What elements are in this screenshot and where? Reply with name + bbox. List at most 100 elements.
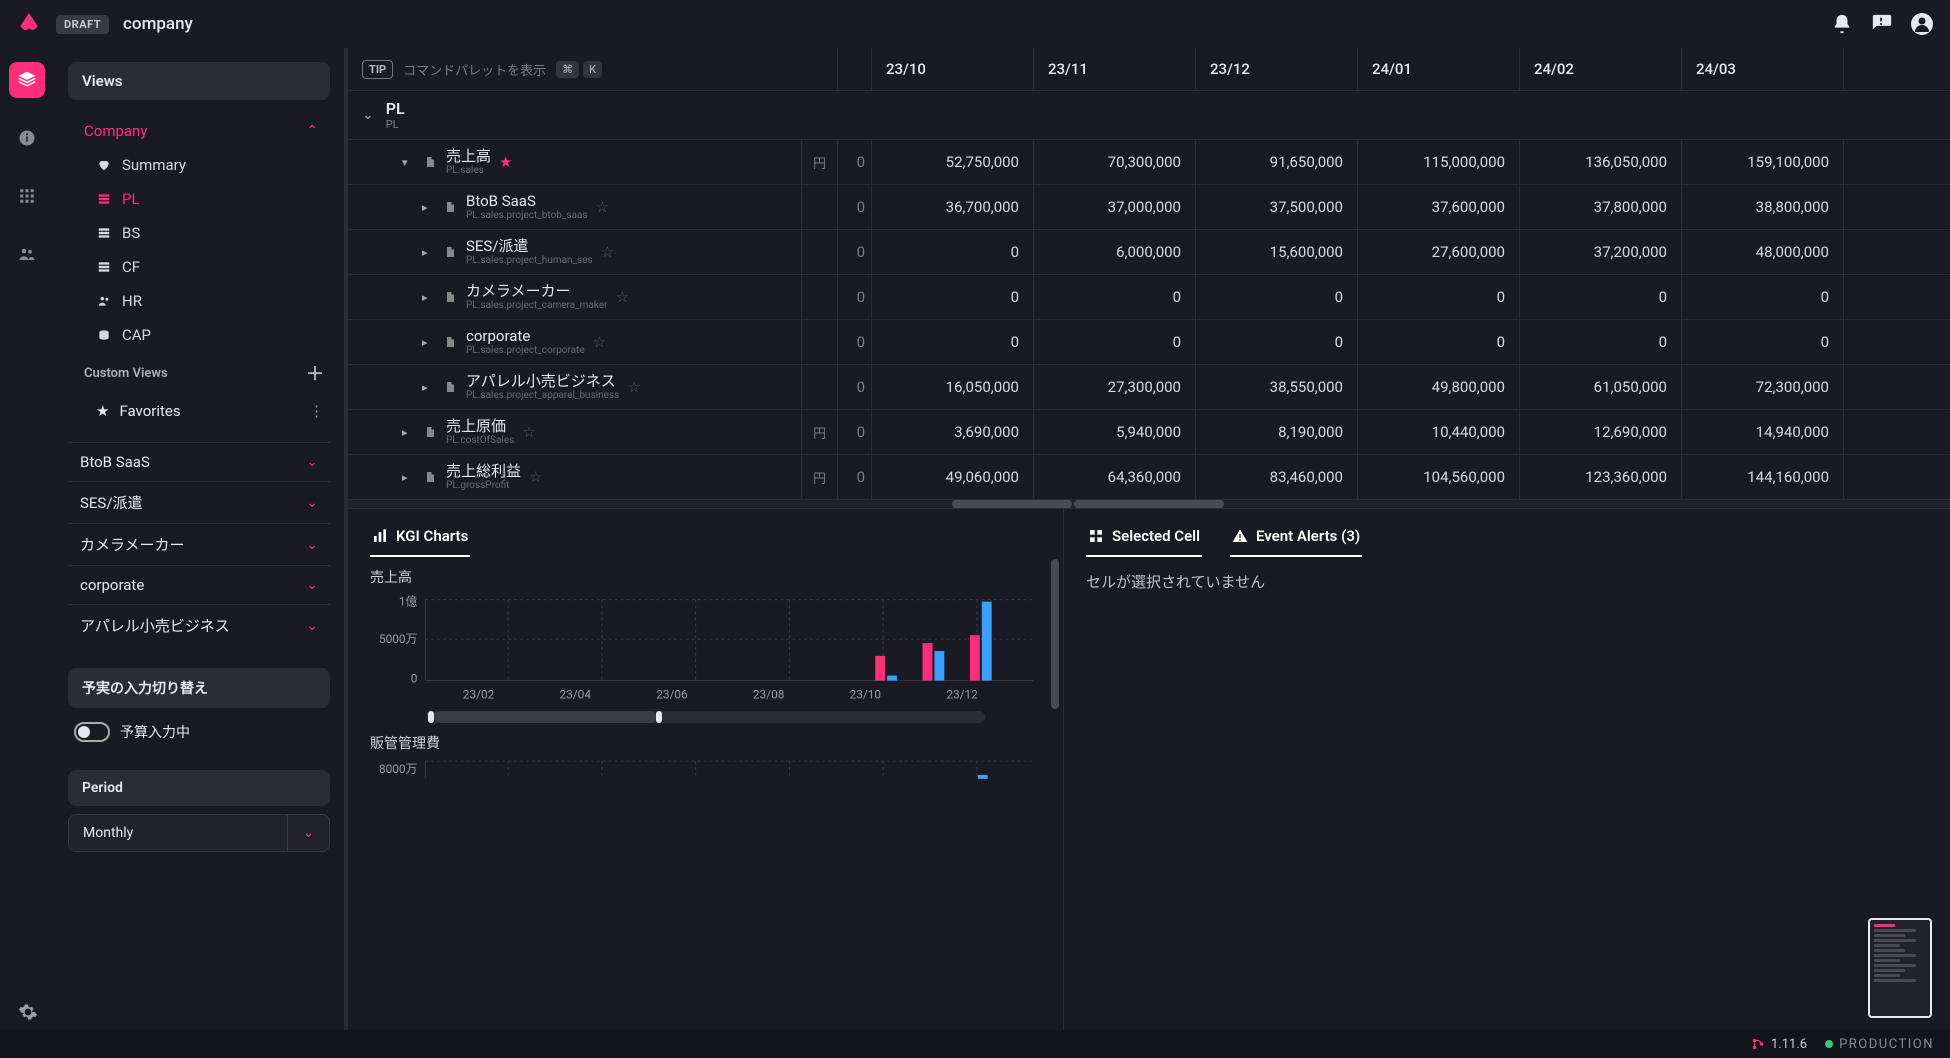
- data-cell[interactable]: 104,560,000: [1358, 455, 1520, 499]
- caret-icon[interactable]: ▸: [422, 201, 436, 214]
- data-cell[interactable]: 5,940,000: [1034, 410, 1196, 454]
- data-cell[interactable]: 0: [838, 410, 872, 454]
- sidebar-item-cf[interactable]: CF: [72, 250, 330, 284]
- data-cell[interactable]: 0: [1682, 275, 1844, 319]
- data-cell[interactable]: 10,440,000: [1358, 410, 1520, 454]
- data-cell[interactable]: 16,050,000: [872, 365, 1034, 409]
- data-cell[interactable]: 37,600,000: [1358, 185, 1520, 229]
- budget-toggle[interactable]: [74, 722, 110, 742]
- data-cell[interactable]: 83,460,000: [1196, 455, 1358, 499]
- caret-icon[interactable]: ▸: [402, 471, 416, 484]
- caret-icon[interactable]: ▸: [422, 381, 436, 394]
- pl-header-row[interactable]: ⌄ PL PL: [348, 91, 1950, 140]
- row-label[interactable]: ▸ 売上原価 PL.costOfSales ☆: [348, 410, 802, 454]
- data-cell[interactable]: 0: [872, 275, 1034, 319]
- data-cell[interactable]: 0: [1034, 320, 1196, 364]
- star-outline-icon[interactable]: ☆: [529, 468, 542, 486]
- minimap[interactable]: [1868, 918, 1932, 1018]
- data-cell[interactable]: 27,300,000: [1034, 365, 1196, 409]
- rail-layers-button[interactable]: [9, 62, 45, 98]
- caret-icon[interactable]: ▾: [402, 156, 416, 169]
- data-cell[interactable]: 0: [1520, 275, 1682, 319]
- star-outline-icon[interactable]: ☆: [596, 198, 609, 216]
- data-cell[interactable]: 0: [1196, 275, 1358, 319]
- data-cell[interactable]: 15,600,000: [1196, 230, 1358, 274]
- project-item[interactable]: corporate⌄: [68, 565, 330, 604]
- sidebar-item-bs[interactable]: BS: [72, 216, 330, 250]
- row-label[interactable]: ▾ 売上高 PL.sales ★: [348, 140, 802, 184]
- star-outline-icon[interactable]: ☆: [601, 243, 614, 261]
- data-cell[interactable]: 48,000,000: [1682, 230, 1844, 274]
- tab-selected-cell[interactable]: Selected Cell: [1086, 521, 1202, 557]
- project-item[interactable]: SES/派遣⌄: [68, 481, 330, 523]
- bell-icon[interactable]: [1830, 12, 1854, 36]
- data-cell[interactable]: 52,750,000: [872, 140, 1034, 184]
- star-outline-icon[interactable]: ☆: [627, 378, 640, 396]
- data-cell[interactable]: 6,000,000: [1034, 230, 1196, 274]
- add-view-button[interactable]: ＋: [306, 360, 324, 386]
- star-outline-icon[interactable]: ☆: [593, 333, 606, 351]
- data-cell[interactable]: 12,690,000: [1520, 410, 1682, 454]
- panel-left-scrollbar[interactable]: [1051, 559, 1059, 709]
- data-cell[interactable]: 72,300,000: [1682, 365, 1844, 409]
- row-label[interactable]: ▸ BtoB SaaS PL.sales.project_btob_saas ☆: [348, 185, 802, 229]
- view-group-company-toggle[interactable]: Company ⌃: [72, 114, 330, 148]
- chart1-scrubber[interactable]: [426, 711, 985, 723]
- data-cell[interactable]: 0: [872, 320, 1034, 364]
- data-cell[interactable]: 38,550,000: [1196, 365, 1358, 409]
- project-item[interactable]: アパレル小売ビジネス⌄: [68, 604, 330, 646]
- data-cell[interactable]: 115,000,000: [1358, 140, 1520, 184]
- data-cell[interactable]: 37,000,000: [1034, 185, 1196, 229]
- data-cell[interactable]: 61,050,000: [1520, 365, 1682, 409]
- tab-event-alerts[interactable]: Event Alerts (3): [1230, 521, 1362, 557]
- data-cell[interactable]: 0: [838, 320, 872, 364]
- project-item[interactable]: BtoB SaaS⌄: [68, 442, 330, 481]
- data-cell[interactable]: 0: [838, 185, 872, 229]
- data-cell[interactable]: 0: [838, 140, 872, 184]
- star-outline-icon[interactable]: ☆: [522, 423, 535, 441]
- tab-kgi-charts[interactable]: KGI Charts: [370, 521, 470, 557]
- data-cell[interactable]: 0: [1520, 320, 1682, 364]
- settings-button[interactable]: [18, 1002, 38, 1022]
- rail-people-button[interactable]: [9, 236, 45, 272]
- data-cell[interactable]: 3,690,000: [872, 410, 1034, 454]
- data-cell[interactable]: 136,050,000: [1520, 140, 1682, 184]
- data-cell[interactable]: 37,200,000: [1520, 230, 1682, 274]
- data-cell[interactable]: 8,190,000: [1196, 410, 1358, 454]
- data-cell[interactable]: 70,300,000: [1034, 140, 1196, 184]
- caret-icon[interactable]: ▸: [422, 246, 436, 259]
- sidebar-item-hr[interactable]: HR: [72, 284, 330, 318]
- data-cell[interactable]: 0: [838, 455, 872, 499]
- data-cell[interactable]: 37,800,000: [1520, 185, 1682, 229]
- data-cell[interactable]: 0: [1196, 320, 1358, 364]
- data-cell[interactable]: 0: [838, 230, 872, 274]
- favorites-label[interactable]: Favorites: [119, 402, 180, 420]
- data-cell[interactable]: 144,160,000: [1682, 455, 1844, 499]
- data-cell[interactable]: 0: [838, 275, 872, 319]
- announcement-icon[interactable]: [1870, 12, 1894, 36]
- star-outline-icon[interactable]: ☆: [616, 288, 629, 306]
- data-cell[interactable]: 36,700,000: [872, 185, 1034, 229]
- caret-icon[interactable]: ▸: [422, 291, 436, 304]
- more-vert-icon[interactable]: ⋮: [309, 402, 324, 420]
- sidebar-item-cap[interactable]: CAP: [72, 318, 330, 352]
- data-cell[interactable]: 49,060,000: [872, 455, 1034, 499]
- data-cell[interactable]: 0: [1358, 320, 1520, 364]
- grid-horizontal-scrollbar[interactable]: [348, 500, 1950, 508]
- data-cell[interactable]: 159,100,000: [1682, 140, 1844, 184]
- row-label[interactable]: ▸ SES/派遣 PL.sales.project_human_ses ☆: [348, 230, 802, 274]
- row-label[interactable]: ▸ カメラメーカー PL.sales.project_camera_maker …: [348, 275, 802, 319]
- caret-icon[interactable]: ▸: [402, 426, 416, 439]
- data-cell[interactable]: 14,940,000: [1682, 410, 1844, 454]
- row-label[interactable]: ▸ アパレル小売ビジネス PL.sales.project_apparel_bu…: [348, 365, 802, 409]
- caret-icon[interactable]: ▸: [422, 336, 436, 349]
- data-cell[interactable]: 64,360,000: [1034, 455, 1196, 499]
- data-cell[interactable]: 0: [872, 230, 1034, 274]
- rail-info-button[interactable]: [9, 120, 45, 156]
- rail-apps-button[interactable]: [9, 178, 45, 214]
- data-cell[interactable]: 0: [1682, 320, 1844, 364]
- account-icon[interactable]: [1910, 12, 1934, 36]
- data-cell[interactable]: 91,650,000: [1196, 140, 1358, 184]
- data-cell[interactable]: 37,500,000: [1196, 185, 1358, 229]
- data-cell[interactable]: 38,800,000: [1682, 185, 1844, 229]
